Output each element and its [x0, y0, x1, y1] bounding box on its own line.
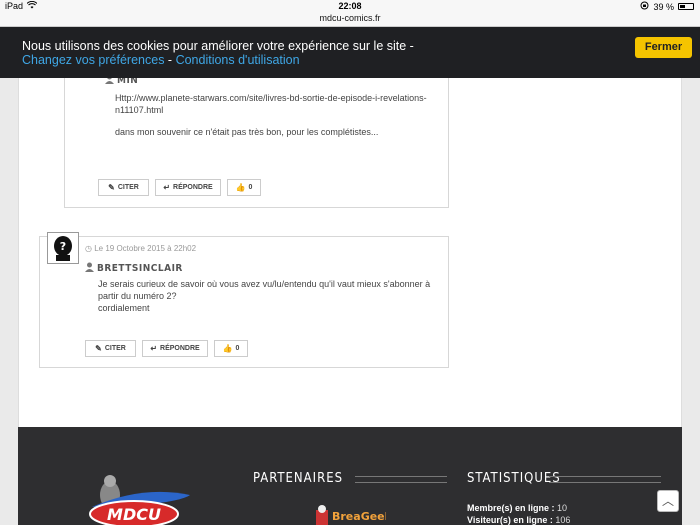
- orientation-lock-icon: [640, 1, 649, 12]
- like-button[interactable]: 👍 0: [227, 179, 261, 196]
- reply-label: RÉPONDRE: [173, 184, 213, 191]
- avatar-image: ?: [48, 233, 78, 263]
- comment-actions: ✎ CITER ↵ RÉPONDRE 👍 0: [85, 340, 248, 357]
- reply-label: RÉPONDRE: [160, 345, 200, 352]
- stat-label: Membre(s) en ligne :: [467, 503, 555, 513]
- battery-percent: 39 %: [653, 1, 674, 12]
- comment-link[interactable]: Http://www.planete-starwars.com/site/liv…: [115, 92, 435, 116]
- comment-body: Je serais curieux de savoir où vous avez…: [98, 279, 431, 313]
- cite-label: CITER: [104, 345, 126, 352]
- partner-logo[interactable]: BreaGeek: [316, 504, 393, 525]
- site-footer: MDCU PARTENAIRES BreaGeek STATISTIQUES M…: [18, 427, 682, 525]
- partners-title-text: PARTENAIRES: [253, 471, 344, 486]
- cookie-message: Nous utilisons des cookies pour améliore…: [22, 39, 462, 67]
- pencil-icon: ✎: [108, 183, 115, 192]
- cookie-terms-link[interactable]: Conditions d'utilisation: [176, 53, 300, 67]
- stat-value: 106: [555, 515, 571, 525]
- scroll-to-top-button[interactable]: ︿: [657, 490, 679, 512]
- comment-card: MIN Http://www.planete-starwars.com/site…: [64, 74, 449, 208]
- comment-actions: ✎ CITER ↵ RÉPONDRE 👍 0: [98, 179, 261, 196]
- cite-label: CITER: [117, 184, 139, 191]
- partners-title: PARTENAIRES: [253, 471, 447, 486]
- logo-text: MDCU: [107, 505, 161, 524]
- avatar[interactable]: ?: [47, 232, 79, 264]
- address-bar[interactable]: mdcu-comics.fr: [0, 13, 700, 27]
- stat-label: Visiteur(s) en ligne :: [467, 515, 553, 525]
- thumbs-up-icon: 👍: [235, 183, 246, 192]
- author-name[interactable]: BRETTSINCLAIR: [97, 263, 183, 274]
- cookie-separator: -: [164, 53, 176, 67]
- partner-logo-text: BreaGeek: [332, 510, 386, 523]
- like-button[interactable]: 👍 0: [214, 340, 248, 357]
- battery-icon: [678, 3, 694, 10]
- comment-text: dans mon souvenir ce n'était pas très bo…: [115, 127, 379, 137]
- stat-members: Membre(s) en ligne : 10: [467, 503, 567, 513]
- user-icon: [85, 262, 94, 272]
- status-right: 39 %: [640, 1, 694, 12]
- ios-status-bar: iPad 22:08 39 %: [0, 0, 700, 13]
- cookie-text: Nous utilisons des cookies pour améliore…: [22, 39, 414, 53]
- date-text: Le 19 Octobre 2015 à 22h02: [94, 244, 197, 253]
- reply-button[interactable]: ↵ RÉPONDRE: [142, 340, 208, 357]
- chevron-up-icon: ︿: [661, 494, 674, 508]
- cookie-banner: Nous utilisons des cookies pour améliore…: [0, 27, 700, 78]
- title-divider: [355, 476, 447, 483]
- like-count: 0: [235, 345, 240, 352]
- url-text[interactable]: mdcu-comics.fr: [319, 13, 380, 23]
- cite-button[interactable]: ✎ CITER: [98, 179, 149, 196]
- main-content: MIN Http://www.planete-starwars.com/site…: [18, 74, 682, 427]
- clock: 22:08: [338, 1, 362, 11]
- reply-icon: ↵: [163, 183, 171, 192]
- clock-icon: ◷: [85, 244, 92, 253]
- title-divider: [549, 476, 661, 483]
- comment-date: ◷ Le 19 Octobre 2015 à 22h02: [85, 244, 196, 253]
- cookie-close-button[interactable]: Fermer: [635, 37, 692, 58]
- cookie-preferences-link[interactable]: Changez vos préférences: [22, 53, 164, 67]
- stat-visitors: Visiteur(s) en ligne : 106: [467, 515, 570, 525]
- comment-body: Http://www.planete-starwars.com/site/liv…: [115, 92, 435, 138]
- stats-title: STATISTIQUES: [467, 471, 661, 486]
- comment-card: ? ◷ Le 19 Octobre 2015 à 22h02 BRETTSINC…: [39, 232, 449, 368]
- svg-text:?: ?: [60, 240, 66, 253]
- comment-author[interactable]: BRETTSINCLAIR: [85, 262, 183, 274]
- battery-fill: [680, 5, 685, 8]
- site-logo[interactable]: MDCU: [82, 467, 202, 525]
- reply-icon: ↵: [150, 344, 158, 353]
- cite-button[interactable]: ✎ CITER: [85, 340, 136, 357]
- reply-button[interactable]: ↵ RÉPONDRE: [155, 179, 221, 196]
- stat-value: 10: [557, 503, 568, 513]
- thumbs-up-icon: 👍: [222, 344, 233, 353]
- stats-title-text: STATISTIQUES: [467, 471, 561, 486]
- pencil-icon: ✎: [95, 344, 102, 353]
- like-count: 0: [248, 184, 253, 191]
